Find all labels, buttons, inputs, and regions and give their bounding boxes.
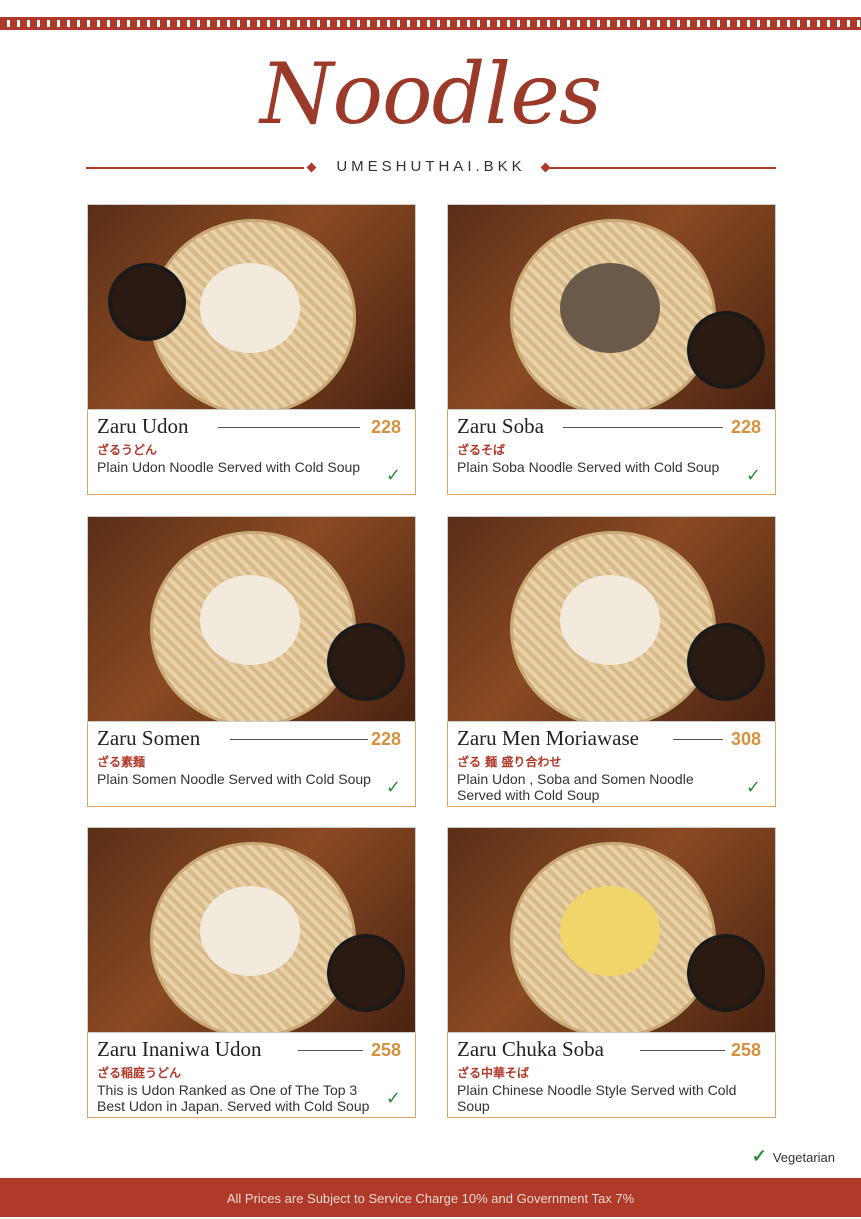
price-leader — [298, 1050, 363, 1051]
item-description: Plain Udon , Soba and Somen Noodle Serve… — [457, 771, 694, 803]
item-price: 308 — [730, 729, 761, 749]
item-description: Plain Chinese Noodle Style Served with C… — [457, 1082, 737, 1114]
item-name: Zaru Inaniwa Udon — [97, 1037, 262, 1061]
item-japanese-name: ざるそば — [457, 443, 506, 457]
menu-item-card: Zaru Chuka Soba 258 ざる中華そば Plain Chinese… — [447, 827, 776, 1118]
item-info: Zaru Soba 228 ざるそば Plain Soba Noodle Ser… — [447, 410, 776, 495]
price-leader — [563, 427, 723, 428]
item-price: 228 — [370, 729, 401, 749]
item-price: 258 — [730, 1040, 761, 1060]
leaf-icon: ✓ — [385, 465, 401, 486]
leaf-icon: ✓ — [751, 1146, 767, 1166]
item-description: Plain Udon Noodle Served with Cold Soup — [97, 459, 361, 475]
item-description: Plain Soba Noodle Served with Cold Soup — [457, 459, 720, 475]
divider-right — [548, 167, 776, 169]
dish-photo — [447, 827, 776, 1033]
menu-item-card: Zaru Somen 228 ざる素麺 Plain Somen Noodle S… — [87, 516, 416, 807]
price-leader — [640, 1050, 725, 1051]
subtitle-row: UMESHUTHAI.BKK — [86, 158, 776, 178]
item-name: Zaru Somen — [97, 726, 201, 750]
vegetarian-legend: ✓ Vegetarian — [752, 1146, 835, 1167]
page-title: Noodles — [259, 45, 602, 143]
item-description: Plain Somen Noodle Served with Cold Soup — [97, 771, 371, 787]
price-leader — [230, 739, 368, 740]
item-name: Zaru Men Moriawase — [457, 726, 639, 750]
menu-item-card: Zaru Udon 228 ざるうどん Plain Udon Noodle Se… — [87, 204, 416, 495]
item-info: Zaru Somen 228 ざる素麺 Plain Somen Noodle S… — [87, 722, 416, 807]
item-name: Zaru Chuka Soba — [457, 1037, 604, 1061]
top-border — [0, 17, 861, 31]
dish-photo — [447, 204, 776, 410]
item-price: 228 — [730, 417, 761, 437]
footer-note: All Prices are Subject to Service Charge… — [0, 1178, 861, 1217]
legend-label: Vegetarian — [772, 1150, 835, 1165]
item-japanese-name: ざるうどん — [97, 443, 158, 457]
item-info: Zaru Inaniwa Udon 258 ざる稲庭うどん This is Ud… — [87, 1033, 416, 1118]
item-price: 258 — [370, 1040, 401, 1060]
leaf-icon: ✓ — [745, 465, 761, 486]
item-japanese-name: ざる素麺 — [97, 755, 146, 769]
item-info: Zaru Udon 228 ざるうどん Plain Udon Noodle Se… — [87, 410, 416, 495]
item-japanese-name: ざる中華そば — [457, 1066, 530, 1080]
item-name: Zaru Soba — [457, 414, 544, 438]
dish-photo — [87, 516, 416, 722]
item-name: Zaru Udon — [97, 414, 189, 438]
menu-item-card: Zaru Soba 228 ざるそば Plain Soba Noodle Ser… — [447, 204, 776, 495]
price-leader — [673, 739, 723, 740]
dish-photo — [447, 516, 776, 722]
menu-item-card: Zaru Inaniwa Udon 258 ざる稲庭うどん This is Ud… — [87, 827, 416, 1118]
item-price: 228 — [370, 417, 401, 437]
item-info: Zaru Chuka Soba 258 ざる中華そば Plain Chinese… — [447, 1033, 776, 1118]
item-info: Zaru Men Moriawase 308 ざる 麺 盛り合わせ Plain … — [447, 722, 776, 807]
item-description: This is Udon Ranked as One of The Top 3 … — [97, 1082, 370, 1114]
menu-item-card: Zaru Men Moriawase 308 ざる 麺 盛り合わせ Plain … — [447, 516, 776, 807]
leaf-icon: ✓ — [745, 777, 761, 798]
price-leader — [218, 427, 360, 428]
item-japanese-name: ざる 麺 盛り合わせ — [457, 755, 562, 769]
leaf-icon: ✓ — [385, 777, 401, 798]
dish-photo — [87, 204, 416, 410]
leaf-icon: ✓ — [385, 1088, 401, 1109]
item-japanese-name: ざる稲庭うどん — [97, 1066, 182, 1080]
dish-photo — [87, 827, 416, 1033]
